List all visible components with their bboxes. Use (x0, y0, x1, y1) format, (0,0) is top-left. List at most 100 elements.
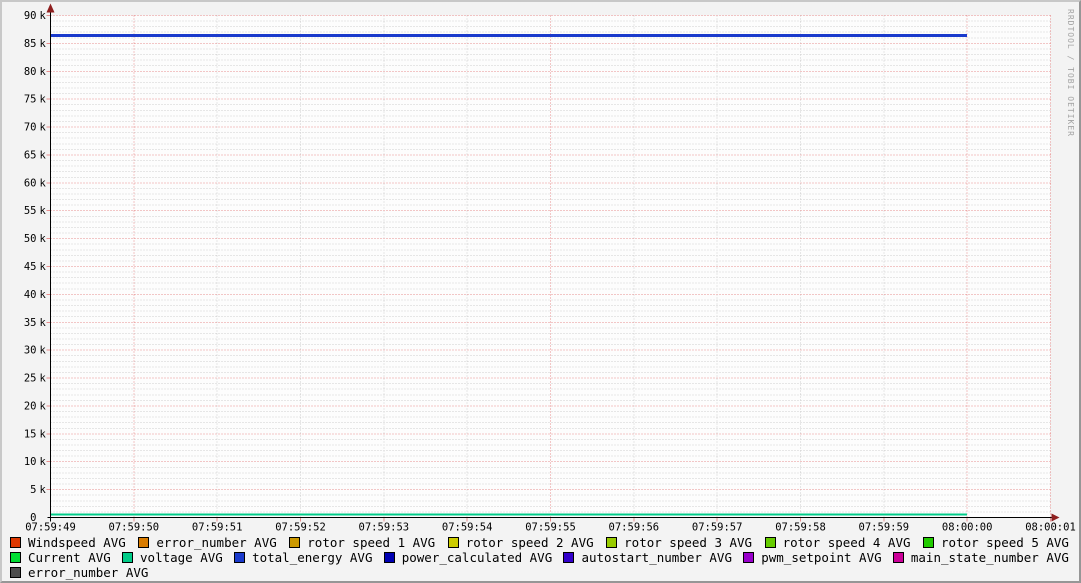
svg-text:k: k (40, 400, 47, 412)
legend-swatch-icon (122, 552, 133, 563)
svg-text:k: k (40, 289, 47, 301)
svg-text:07:59:51: 07:59:51 (192, 522, 243, 534)
legend-swatch-icon (893, 552, 904, 563)
legend-swatch-icon (10, 552, 21, 563)
svg-text:60: 60 (24, 177, 37, 189)
svg-text:k: k (40, 456, 47, 468)
graph-legend: Windspeed AVG error_number AVG rotor speed… (2, 535, 1079, 580)
svg-text:07:59:59: 07:59:59 (859, 522, 910, 534)
svg-text:80: 80 (24, 66, 37, 78)
svg-text:75: 75 (24, 94, 37, 106)
svg-text:k: k (40, 345, 47, 357)
legend-item-windspeed-avg: Windspeed AVG (10, 535, 126, 550)
svg-text:90: 90 (24, 10, 37, 22)
svg-text:07:59:54: 07:59:54 (442, 522, 493, 534)
svg-text:k: k (40, 317, 47, 329)
svg-text:k: k (40, 94, 47, 106)
legend-item-rotor-speed-1-avg: rotor speed 1 AVG (289, 535, 435, 550)
svg-text:55: 55 (24, 205, 37, 217)
legend-label: main_state_number AVG (911, 550, 1069, 565)
legend-label: error_number AVG (28, 565, 148, 580)
svg-text:07:59:53: 07:59:53 (359, 522, 410, 534)
svg-text:07:59:57: 07:59:57 (692, 522, 743, 534)
svg-text:07:59:52: 07:59:52 (275, 522, 326, 534)
svg-text:k: k (40, 38, 47, 50)
svg-text:k: k (40, 233, 47, 245)
legend-item-autostart-number-avg: autostart_number AVG (563, 550, 732, 565)
rrdtool-watermark: RRDTOOL / TOBI OETIKER (1066, 9, 1075, 137)
legend-label: autostart_number AVG (581, 550, 732, 565)
svg-text:45: 45 (24, 261, 37, 273)
legend-label: total_energy AVG (252, 550, 372, 565)
svg-text:k: k (40, 66, 47, 78)
svg-text:07:59:55: 07:59:55 (525, 522, 576, 534)
svg-text:k: k (40, 484, 47, 496)
legend-item-error-number-avg: error_number AVG (138, 535, 276, 550)
legend-swatch-icon (563, 552, 574, 563)
legend-item-pwm-setpoint-avg: pwm_setpoint AVG (743, 550, 881, 565)
legend-row: Current AVG voltage AVG total_energy AVG po… (10, 550, 1069, 565)
svg-text:k: k (40, 261, 47, 273)
legend-item-error-number-avg: error_number AVG (10, 565, 148, 580)
legend-item-rotor-speed-5-avg: rotor speed 5 AVG (923, 535, 1069, 550)
legend-item-current-avg: Current AVG (10, 550, 111, 565)
legend-item-total-energy-avg: total_energy AVG (234, 550, 372, 565)
legend-swatch-icon (923, 537, 934, 548)
svg-text:25: 25 (24, 373, 37, 385)
svg-text:15: 15 (24, 428, 37, 440)
svg-text:07:59:56: 07:59:56 (609, 522, 660, 534)
svg-text:07:59:58: 07:59:58 (775, 522, 826, 534)
legend-item-rotor-speed-4-avg: rotor speed 4 AVG (765, 535, 911, 550)
svg-text:k: k (40, 177, 47, 189)
legend-row: error_number AVG (10, 565, 1069, 580)
legend-item-main-state-number-avg: main_state_number AVG (893, 550, 1069, 565)
legend-label: pwm_setpoint AVG (761, 550, 881, 565)
svg-text:k: k (40, 205, 47, 217)
legend-label: voltage AVG (140, 550, 223, 565)
svg-text:k: k (40, 10, 47, 22)
legend-label: rotor speed 1 AVG (307, 535, 435, 550)
legend-label: Windspeed AVG (28, 535, 126, 550)
legend-swatch-icon (743, 552, 754, 563)
svg-text:k: k (40, 428, 47, 440)
legend-item-rotor-speed-2-avg: rotor speed 2 AVG (448, 535, 594, 550)
graph-plot-area: 05k10k15k20k25k30k35k40k45k50k55k60k65k7… (2, 2, 1079, 534)
legend-label: Current AVG (28, 550, 111, 565)
legend-swatch-icon (289, 537, 300, 548)
svg-text:10: 10 (24, 456, 37, 468)
svg-text:20: 20 (24, 400, 37, 412)
legend-label: power_calculated AVG (402, 550, 553, 565)
svg-text:k: k (40, 122, 47, 134)
legend-item-power-calculated-avg: power_calculated AVG (384, 550, 553, 565)
legend-swatch-icon (10, 567, 21, 578)
legend-label: rotor speed 4 AVG (783, 535, 911, 550)
svg-text:35: 35 (24, 317, 37, 329)
legend-label: rotor speed 3 AVG (624, 535, 752, 550)
legend-swatch-icon (765, 537, 776, 548)
svg-text:07:59:50: 07:59:50 (109, 522, 160, 534)
legend-label: error_number AVG (156, 535, 276, 550)
svg-text:08:00:01: 08:00:01 (1025, 522, 1076, 534)
svg-text:5: 5 (30, 484, 36, 496)
svg-text:07:59:49: 07:59:49 (25, 522, 76, 534)
svg-text:50: 50 (24, 233, 37, 245)
svg-text:k: k (40, 373, 47, 385)
svg-text:k: k (40, 149, 47, 161)
svg-text:40: 40 (24, 289, 37, 301)
legend-label: rotor speed 2 AVG (466, 535, 594, 550)
rrdtool-graph: 05k10k15k20k25k30k35k40k45k50k55k60k65k7… (0, 0, 1081, 583)
legend-row: Windspeed AVG error_number AVG rotor speed… (10, 535, 1069, 550)
legend-swatch-icon (384, 552, 395, 563)
legend-swatch-icon (10, 537, 21, 548)
legend-swatch-icon (234, 552, 245, 563)
svg-text:08:00:00: 08:00:00 (942, 522, 993, 534)
legend-label: rotor speed 5 AVG (941, 535, 1069, 550)
legend-swatch-icon (448, 537, 459, 548)
legend-swatch-icon (138, 537, 149, 548)
svg-text:65: 65 (24, 149, 37, 161)
legend-item-voltage-avg: voltage AVG (122, 550, 223, 565)
svg-text:30: 30 (24, 345, 37, 357)
legend-swatch-icon (606, 537, 617, 548)
svg-text:70: 70 (24, 122, 37, 134)
legend-item-rotor-speed-3-avg: rotor speed 3 AVG (606, 535, 752, 550)
